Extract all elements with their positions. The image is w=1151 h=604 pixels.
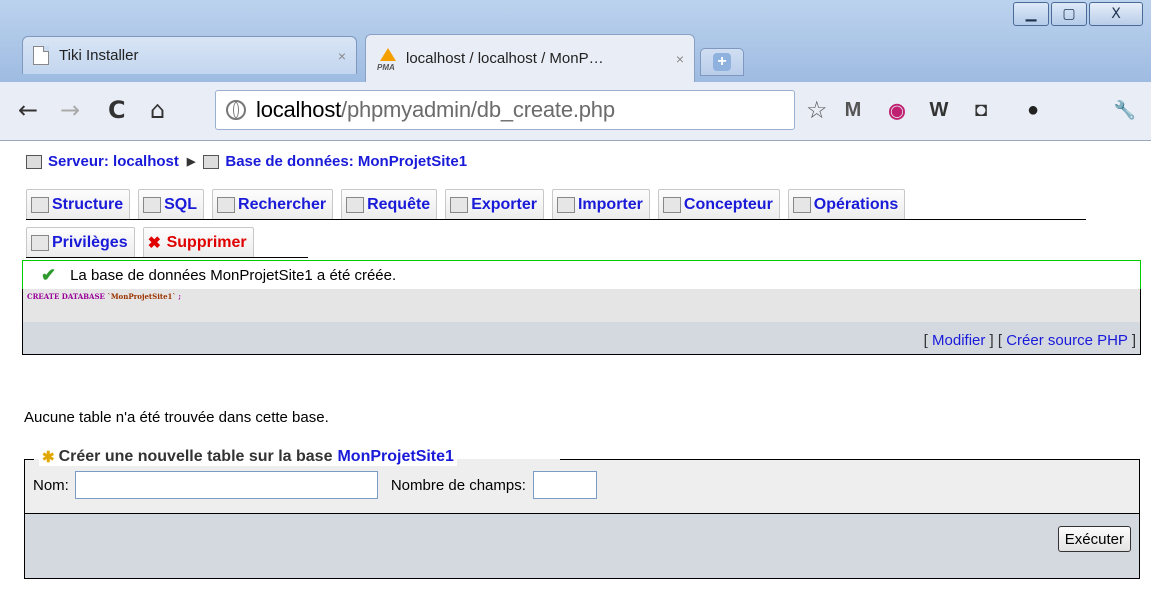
breadcrumb: Serveur: localhost ▶ Base de données: Mo… bbox=[26, 153, 467, 170]
database-icon bbox=[203, 154, 220, 169]
import-icon bbox=[556, 196, 575, 213]
tab-close-icon[interactable]: × bbox=[676, 51, 684, 67]
window-controls: ▁ ▢ X bbox=[1011, 2, 1143, 26]
modify-link[interactable]: Modifier bbox=[932, 332, 985, 349]
page-icon bbox=[33, 46, 49, 65]
success-text: La base de données MonProjetSite1 a été … bbox=[70, 266, 397, 284]
tools-icon bbox=[792, 196, 811, 213]
export-icon bbox=[450, 196, 469, 213]
maximize-button[interactable]: ▢ bbox=[1051, 2, 1087, 26]
checkmark-icon: ✔ bbox=[41, 264, 57, 285]
pma-tabs-row-1: Structure SQL Rechercher Requête Exporte… bbox=[26, 189, 1086, 220]
tab-title: localhost / localhost / MonP… bbox=[406, 50, 604, 67]
tab-export[interactable]: Exporter bbox=[445, 189, 544, 219]
privileges-icon bbox=[31, 234, 49, 251]
camera-extension-icon[interactable]: ◘ bbox=[968, 97, 994, 123]
wrench-menu-icon[interactable]: 🔧 bbox=[1112, 97, 1138, 123]
create-php-source-link[interactable]: Créer source PHP bbox=[1006, 332, 1127, 349]
legend-db-name: MonProjetSite1 bbox=[337, 448, 454, 465]
tab-import[interactable]: Importer bbox=[551, 189, 650, 219]
reload-button[interactable]: C bbox=[108, 96, 126, 124]
tab-designer[interactable]: Concepteur bbox=[657, 189, 780, 219]
minimize-button[interactable]: ▁ bbox=[1013, 2, 1049, 26]
tab-sql[interactable]: SQL bbox=[138, 189, 205, 219]
sql-links: [ Modifier ] [ Créer source PHP ] bbox=[923, 332, 1136, 349]
arrow-right-icon: ▶ bbox=[186, 156, 196, 168]
forward-button[interactable]: → bbox=[60, 96, 80, 124]
breadcrumb-database-link[interactable]: Base de données: MonProjetSite1 bbox=[225, 153, 467, 170]
tab-title: Tiki Installer bbox=[59, 47, 139, 64]
home-button[interactable]: ⌂ bbox=[150, 96, 165, 124]
back-button[interactable]: ← bbox=[18, 96, 38, 124]
plus-icon: + bbox=[713, 53, 731, 71]
breadcrumb-server-link[interactable]: Serveur: localhost bbox=[48, 153, 179, 170]
tab-privileges[interactable]: Privilèges bbox=[26, 227, 135, 257]
globe-icon bbox=[226, 100, 246, 120]
create-table-form: ✱ Créer une nouvelle table sur la base M… bbox=[24, 448, 1140, 579]
sql-query: CREATE DATABASE `MonProjetSite1` ; bbox=[27, 292, 181, 301]
minimize-icon: ▁ bbox=[1025, 6, 1037, 22]
tab-operations[interactable]: Opérations bbox=[787, 189, 906, 219]
fields-count-input[interactable] bbox=[532, 471, 597, 499]
browser-tab-tiki-installer[interactable]: Tiki Installer × bbox=[22, 36, 357, 74]
execute-button[interactable]: Exécuter bbox=[1057, 526, 1131, 552]
browser-tab-phpmyadmin[interactable]: PMA localhost / localhost / MonP… × bbox=[365, 34, 695, 82]
server-icon bbox=[26, 154, 42, 169]
tab-structure[interactable]: Structure bbox=[26, 189, 131, 219]
page-content: Serveur: localhost ▶ Base de données: Mo… bbox=[0, 141, 1151, 604]
fields-count-label: Nombre de champs: bbox=[390, 476, 526, 494]
bookmark-star-icon[interactable]: ☆ bbox=[806, 96, 828, 125]
table-name-input[interactable] bbox=[74, 471, 378, 499]
query-icon bbox=[346, 196, 365, 213]
close-window-button[interactable]: X bbox=[1089, 2, 1143, 26]
structure-icon bbox=[31, 196, 49, 213]
success-message: ✔ La base de données MonProjetSite1 a ét… bbox=[22, 260, 1141, 290]
browser-toolbar: ← → C ⌂ localhost/phpmyadmin/db_create.p… bbox=[0, 82, 1151, 141]
color-extension-icon[interactable]: ● bbox=[1020, 97, 1046, 123]
table-name-label: Nom: bbox=[33, 476, 69, 494]
url-text[interactable]: localhost/phpmyadmin/db_create.php bbox=[256, 97, 615, 123]
maximize-icon: ▢ bbox=[1062, 6, 1076, 22]
no-tables-message: Aucune table n'a été trouvée dans cette … bbox=[24, 409, 329, 426]
new-table-icon: ✱ bbox=[42, 449, 55, 466]
designer-icon bbox=[662, 196, 681, 213]
create-table-legend: ✱ Créer une nouvelle table sur la base M… bbox=[39, 448, 457, 466]
tab-search[interactable]: Rechercher bbox=[212, 189, 334, 219]
create-table-row: Nom: Nombre de champs: bbox=[33, 471, 597, 499]
tab-query[interactable]: Requête bbox=[341, 189, 438, 219]
sql-query-box: CREATE DATABASE `MonProjetSite1` ; [ Mod… bbox=[22, 289, 1141, 355]
new-tab-button[interactable]: + bbox=[700, 48, 744, 76]
browser-titlebar: ▁ ▢ X Tiki Installer × PMA localhost / l… bbox=[0, 0, 1151, 83]
phpmyadmin-logo-icon: PMA bbox=[376, 47, 398, 72]
delete-x-icon: ✖ bbox=[147, 234, 162, 252]
close-icon: X bbox=[1111, 6, 1121, 22]
wikipedia-extension-icon[interactable]: W bbox=[926, 97, 952, 123]
tab-drop[interactable]: ✖ Supprimer bbox=[142, 227, 254, 257]
create-table-footer: Exécuter bbox=[25, 513, 1139, 578]
address-bar[interactable]: localhost/phpmyadmin/db_create.php bbox=[215, 90, 795, 130]
search-icon bbox=[217, 196, 236, 213]
pma-tabs-row-2: Privilèges ✖ Supprimer bbox=[26, 227, 308, 258]
sql-icon bbox=[143, 196, 162, 213]
gmail-extension-icon[interactable]: M bbox=[840, 97, 866, 123]
extension-icon[interactable]: ◉ bbox=[884, 97, 910, 123]
tab-close-icon[interactable]: × bbox=[338, 48, 346, 64]
